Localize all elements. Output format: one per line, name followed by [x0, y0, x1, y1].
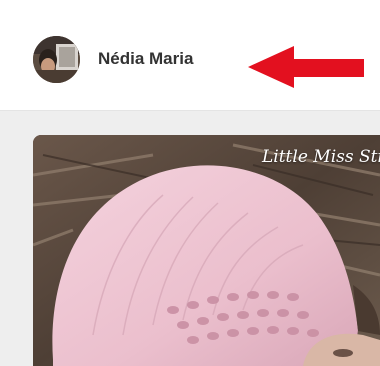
user-name[interactable]: Nédia Maria [98, 49, 193, 69]
pin-image[interactable]: Little Miss Stitch [33, 135, 380, 366]
top-strip [0, 0, 380, 15]
avatar-photo-icon [33, 36, 80, 83]
pink-knit-hat-photo-icon [33, 135, 380, 366]
pin-user-header: Nédia Maria [0, 14, 380, 109]
pin-content-area: Little Miss Stitch [0, 110, 380, 366]
user-avatar[interactable] [33, 36, 80, 83]
red-arrow-left-icon [248, 46, 364, 88]
pin-watermark: Little Miss Stitch [262, 147, 380, 167]
